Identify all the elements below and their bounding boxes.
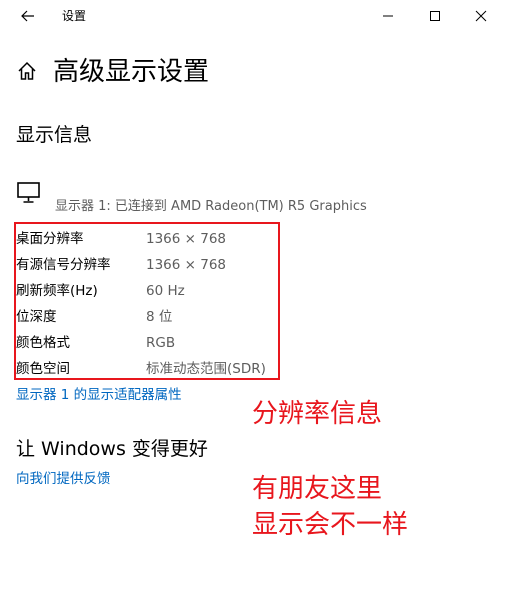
monitor-icon [16,181,42,205]
window-title: 设置 [62,9,87,23]
close-button[interactable] [470,6,492,26]
adapter-properties-link[interactable]: 显示器 1 的显示适配器属性 [16,386,182,404]
display-info-heading: 显示信息 [16,124,93,146]
back-arrow-icon [21,10,34,22]
minimize-button[interactable] [377,6,399,26]
maximize-icon [430,11,440,21]
friend-note-line-2: 显示会不一样 [252,510,409,540]
resolution-info-annotation: 分辨率信息 [252,399,383,429]
highlight-box [14,222,280,380]
home-button[interactable] [16,60,38,82]
close-icon [475,10,487,22]
maximize-button[interactable] [424,6,446,26]
back-button[interactable] [18,6,38,26]
page-title: 高级显示设置 [53,57,210,87]
title-bar: 设置 [0,0,506,32]
make-windows-better-heading: 让 Windows 变得更好 [16,438,208,460]
friend-note-line-1: 有朋友这里 [252,474,383,504]
feedback-link[interactable]: 向我们提供反馈 [16,470,111,488]
home-icon [18,61,36,80]
minimize-icon [383,15,393,17]
monitor-caption: 显示器 1: 已连接到 AMD Radeon(TM) R5 Graphics [55,199,367,214]
